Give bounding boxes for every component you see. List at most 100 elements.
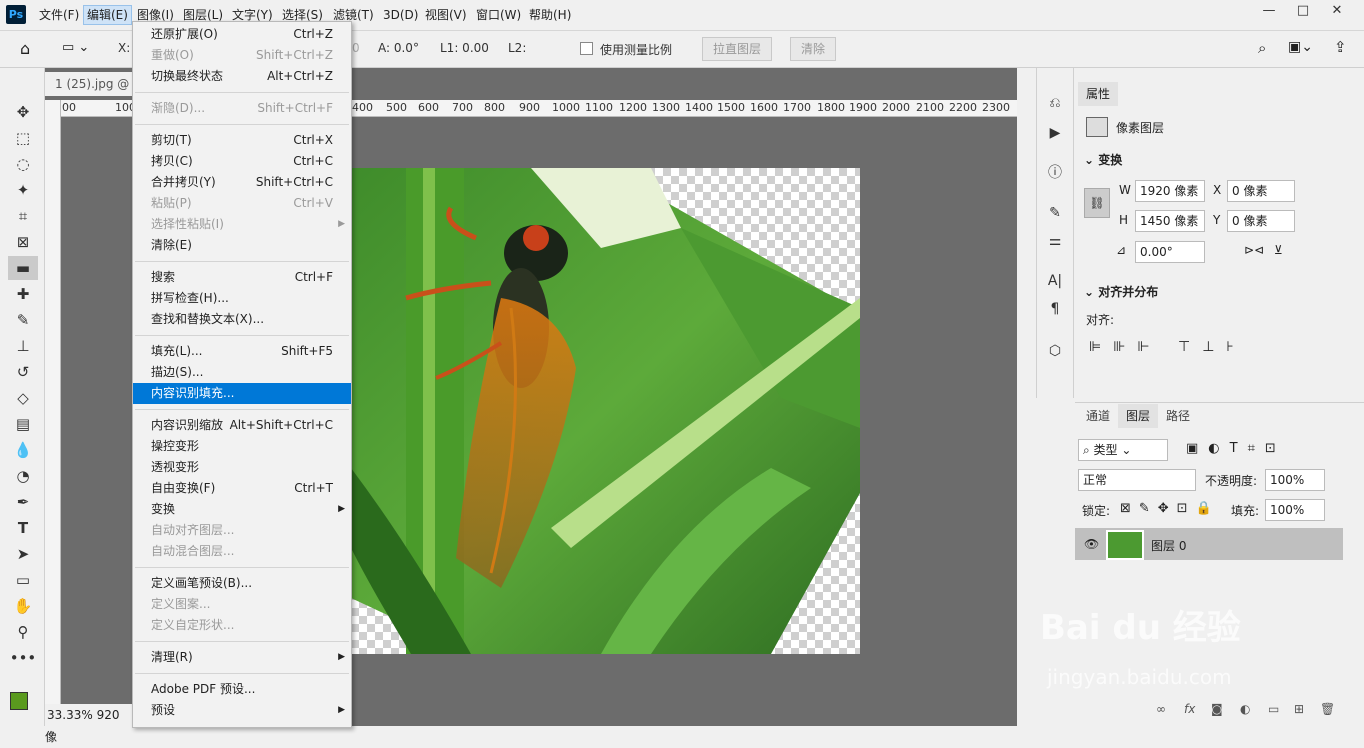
align-section-title[interactable]: ⌄ 对齐并分布 <box>1084 283 1158 300</box>
frame-tool-icon[interactable]: ⊠ <box>8 230 38 254</box>
rectangle-tool-icon[interactable]: ▭ <box>8 568 38 592</box>
ruler-tool-icon[interactable]: ▬ <box>8 256 38 280</box>
edit-menu-item[interactable]: 操控变形 <box>133 436 351 457</box>
menu-view[interactable]: 视图(V) <box>422 6 470 24</box>
eraser-tool-icon[interactable]: ◇ <box>8 386 38 410</box>
gradient-tool-icon[interactable]: ▤ <box>8 412 38 436</box>
transform-section-title[interactable]: ⌄ 变换 <box>1084 151 1122 168</box>
magic-wand-icon[interactable]: ✦ <box>8 178 38 202</box>
y-field[interactable]: 0 像素 <box>1227 210 1295 232</box>
tab-channels[interactable]: 通道 <box>1078 404 1118 428</box>
opacity-field[interactable]: 100% <box>1265 469 1325 491</box>
actions-play-icon[interactable]: ▶ <box>1044 122 1066 144</box>
lasso-tool-icon[interactable]: ◌ <box>8 152 38 176</box>
fill-field[interactable]: 100% <box>1265 499 1325 521</box>
dodge-tool-icon[interactable]: ◔ <box>8 464 38 488</box>
image-canvas[interactable] <box>351 168 860 654</box>
fx-icon[interactable]: fx <box>1184 702 1195 716</box>
adjustments-icon[interactable]: ⚌ <box>1044 230 1066 252</box>
trash-icon[interactable]: 🗑 <box>1320 702 1335 716</box>
3d-cube-icon[interactable]: ⬡ <box>1044 340 1066 362</box>
history-brush-icon[interactable]: ↺ <box>8 360 38 384</box>
tab-paths[interactable]: 路径 <box>1158 404 1198 428</box>
x-field[interactable]: 0 像素 <box>1227 180 1295 202</box>
menu-3d[interactable]: 3D(D) <box>380 6 421 24</box>
history-icon[interactable]: ⎌ <box>1044 92 1066 114</box>
align-buttons-icon[interactable]: ⊫⊪⊩ ⊤⊥⊦ <box>1089 339 1246 355</box>
edit-menu-item[interactable]: 描边(S)... <box>133 362 351 383</box>
width-field[interactable]: 1920 像素 <box>1135 180 1205 202</box>
group-icon[interactable]: ▭ <box>1268 702 1279 716</box>
marquee-tool-icon[interactable]: ⬚ <box>8 126 38 150</box>
flip-horizontal-icon[interactable]: ⊳⊲ <box>1244 243 1264 257</box>
edit-menu-item[interactable]: 透视变形 <box>133 457 351 478</box>
link-icon[interactable]: ⛓ <box>1084 188 1110 218</box>
edit-menu-item[interactable]: 变换 ▶ <box>133 499 351 520</box>
edit-menu-item[interactable]: 剪切(T) Ctrl+X <box>133 130 351 151</box>
edit-menu-item[interactable]: 内容识别缩放 Alt+Shift+Ctrl+C <box>133 415 351 436</box>
edit-menu-item[interactable]: 预设 ▶ <box>133 700 351 721</box>
close-button[interactable]: ✕ <box>1320 0 1354 22</box>
edit-menu-item[interactable]: 搜索 Ctrl+F <box>133 267 351 288</box>
link-layers-icon[interactable]: ∞ <box>1156 702 1166 716</box>
foreground-color-swatch[interactable] <box>10 692 28 710</box>
new-layer-icon[interactable]: ⊞ <box>1294 702 1304 716</box>
minimize-button[interactable]: — <box>1252 0 1286 22</box>
flip-vertical-icon[interactable]: ⊻ <box>1274 243 1283 257</box>
edit-menu-item[interactable]: 清理(R) ▶ <box>133 647 351 668</box>
share-icon[interactable]: ⇪ <box>1334 38 1347 56</box>
layer-filter-select[interactable]: ⌕ 类型 ⌄ <box>1078 439 1168 461</box>
zoom-level[interactable]: 33.33% <box>47 708 93 722</box>
edit-menu-item[interactable]: 内容识别填充... <box>133 383 351 404</box>
maximize-button[interactable]: □ <box>1286 0 1320 22</box>
edit-menu-item[interactable]: 拼写检查(H)... <box>133 288 351 309</box>
edit-menu-item[interactable]: 清除(E) <box>133 235 351 256</box>
stamp-tool-icon[interactable]: ⊥ <box>8 334 38 358</box>
clear-button[interactable]: 清除 <box>790 37 837 61</box>
zoom-tool-icon[interactable]: ⚲ <box>8 620 38 644</box>
ruler-tool-icon[interactable]: ▭ ⌄ <box>62 40 89 55</box>
path-selection-icon[interactable]: ➤ <box>8 542 38 566</box>
workspace-icon[interactable]: ▣⌄ <box>1288 39 1313 55</box>
edit-menu-item[interactable]: 切换最终状态 Alt+Ctrl+Z <box>133 66 351 87</box>
menu-window[interactable]: 窗口(W) <box>473 6 524 24</box>
menu-edit[interactable]: 编辑(E) <box>83 5 132 25</box>
home-icon[interactable]: ⌂ <box>20 39 30 58</box>
edit-menu-item[interactable]: 还原扩展(O) Ctrl+Z <box>133 24 351 45</box>
layer-name[interactable]: 图层 0 <box>1151 537 1186 554</box>
edit-menu-item[interactable]: 合并拷贝(Y) Shift+Ctrl+C <box>133 172 351 193</box>
edit-menu-item[interactable]: 拷贝(C) Ctrl+C <box>133 151 351 172</box>
height-field[interactable]: 1450 像素 <box>1135 210 1205 232</box>
straighten-layer-button[interactable]: 拉直图层 <box>702 37 773 61</box>
type-tool-icon[interactable]: T <box>8 516 38 540</box>
edit-menu-item[interactable]: 自由变换(F) Ctrl+T <box>133 478 351 499</box>
hand-tool-icon[interactable]: ✋ <box>8 594 38 618</box>
angle-field[interactable]: 0.00° <box>1135 241 1205 263</box>
menu-help[interactable]: 帮助(H) <box>526 6 574 24</box>
adjustment-layer-icon[interactable]: ◐ <box>1240 702 1250 716</box>
healing-brush-icon[interactable]: ✚ <box>8 282 38 306</box>
menu-file[interactable]: 文件(F) <box>36 6 82 24</box>
brush-settings-icon[interactable]: ✎ <box>1044 202 1066 224</box>
mask-icon[interactable]: ◙ <box>1211 702 1223 716</box>
pen-tool-icon[interactable]: ✒ <box>8 490 38 514</box>
tab-layers[interactable]: 图层 <box>1118 404 1159 428</box>
more-tools-icon[interactable]: ••• <box>8 646 38 670</box>
edit-menu-item[interactable]: 填充(L)... Shift+F5 <box>133 341 351 362</box>
character-icon[interactable]: A| <box>1044 270 1066 292</box>
search-icon[interactable]: ⌕ <box>1258 39 1266 57</box>
layer-filter-icons[interactable]: ▣◐T⌗⊡ <box>1186 441 1286 456</box>
move-tool-icon[interactable]: ✥ <box>8 100 38 124</box>
edit-menu-item[interactable]: 查找和替换文本(X)... <box>133 309 351 330</box>
blur-tool-icon[interactable]: 💧 <box>8 438 38 462</box>
crop-tool-icon[interactable]: ⌗ <box>8 204 38 228</box>
lock-icons[interactable]: ⊠✎✥⊡🔒 <box>1120 501 1220 516</box>
brush-tool-icon[interactable]: ✎ <box>8 308 38 332</box>
info-icon[interactable]: ⓘ <box>1044 162 1066 184</box>
visibility-eye-icon[interactable]: 👁 <box>1084 537 1099 551</box>
paragraph-icon[interactable]: ¶ <box>1044 298 1066 320</box>
blend-mode-select[interactable]: 正常 <box>1078 469 1196 491</box>
tab-properties[interactable]: 属性 <box>1078 82 1119 106</box>
edit-menu-item[interactable]: Adobe PDF 预设... <box>133 679 351 700</box>
edit-menu-item[interactable]: 定义画笔预设(B)... <box>133 573 351 594</box>
